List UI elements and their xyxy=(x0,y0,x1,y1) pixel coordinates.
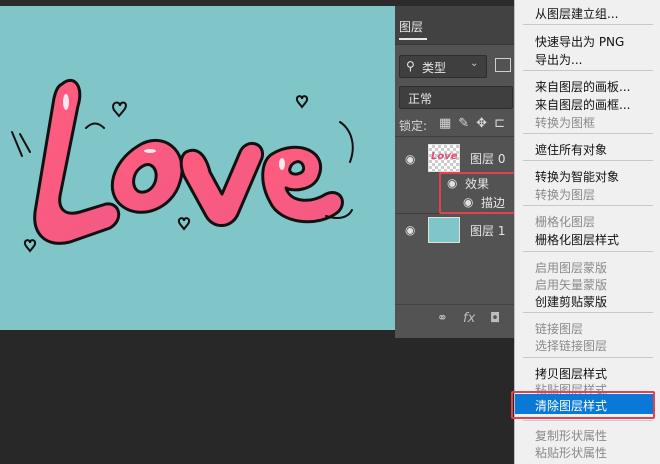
image-filter-icon[interactable] xyxy=(495,58,511,72)
layer-thumbnail: Love xyxy=(428,144,460,172)
menu-item-frame-from-layers[interactable]: 来自图层的画框... xyxy=(535,96,630,113)
menu-item-copy-layer-style[interactable]: 拷贝图层样式 xyxy=(535,365,607,382)
blend-mode-select[interactable]: 正常 xyxy=(399,86,513,109)
love-artwork xyxy=(11,78,354,253)
layer-name[interactable]: 图层 1 xyxy=(470,222,505,239)
divider xyxy=(395,136,515,137)
mask-icon[interactable]: ◘ xyxy=(490,311,500,326)
tab-underline xyxy=(399,38,427,40)
document-canvas[interactable] xyxy=(0,6,395,330)
menu-separator xyxy=(523,205,653,206)
menu-separator xyxy=(523,133,653,134)
menu-item-rasterize-layer-style[interactable]: 栅格化图层样式 xyxy=(535,231,619,248)
blend-mode-value: 正常 xyxy=(408,92,433,106)
menu-highlight-box xyxy=(511,391,655,419)
search-icon: ⚲ xyxy=(406,59,415,73)
menu-separator xyxy=(523,160,653,161)
thumbnail-art: Love xyxy=(431,151,458,162)
filter-label: 类型 xyxy=(422,61,447,75)
lock-icons[interactable]: ▦✎✥⊏ xyxy=(439,116,512,131)
workspace-background xyxy=(0,330,395,464)
menu-item-paste-shape-attributes: 粘贴形状属性 xyxy=(535,446,608,460)
menu-item-artboard-from-layers[interactable]: 来自图层的画板... xyxy=(535,78,630,95)
panel-bottom-bar: ⚭ fx ◘ xyxy=(395,304,515,335)
menu-item-enable-layer-mask: 启用图层蒙版 xyxy=(535,261,608,275)
menu-item-select-linked-layers: 选择链接图层 xyxy=(535,339,608,353)
menu-item-export-as[interactable]: 导出为... xyxy=(535,51,582,68)
menu-item-group-from-layers[interactable]: 从图层建立组... xyxy=(535,5,618,22)
menu-separator xyxy=(523,251,653,252)
layer-name[interactable]: 图层 0 xyxy=(470,150,505,167)
visibility-eye-icon[interactable]: ◉ xyxy=(405,223,415,237)
link-icon[interactable]: ⚭ xyxy=(437,311,448,326)
menu-separator xyxy=(523,24,653,25)
fx-icon[interactable]: fx xyxy=(463,311,475,326)
menu-item-convert-to-smart-object[interactable]: 转换为智能对象 xyxy=(535,168,619,185)
effects-highlight-box xyxy=(439,172,520,214)
menu-separator xyxy=(523,70,653,71)
menu-separator xyxy=(523,357,653,358)
menu-item-convert-to-layers: 转换为图层 xyxy=(535,188,596,202)
tab-layers[interactable]: 图层 xyxy=(399,18,423,35)
menu-item-enable-vector-mask: 启用矢量蒙版 xyxy=(535,278,608,292)
menu-item-link-layers: 链接图层 xyxy=(535,322,584,336)
menu-separator xyxy=(523,420,653,421)
menu-separator xyxy=(523,312,653,313)
layer-row-1[interactable]: ◉ 图层 1 xyxy=(395,214,515,246)
layer-filter-select[interactable]: ⚲ 类型 ⌄ xyxy=(399,55,487,78)
lock-label: 锁定: xyxy=(399,119,428,133)
chevron-down-icon: ⌄ xyxy=(470,58,479,69)
panel-tab-row: 图层 xyxy=(395,6,515,45)
menu-item-quick-export-png[interactable]: 快速导出为 PNG xyxy=(535,33,624,50)
menu-item-create-clipping-mask[interactable]: 创建剪贴蒙版 xyxy=(535,293,607,310)
menu-item-rasterize-layer: 栅格化图层 xyxy=(535,215,596,229)
menu-item-mask-all-objects[interactable]: 遮住所有对象 xyxy=(535,141,607,158)
menu-item-convert-to-frame: 转换为图框 xyxy=(535,116,596,130)
layer-thumbnail xyxy=(428,217,460,243)
menu-item-copy-shape-attributes: 复制形状属性 xyxy=(535,429,608,443)
visibility-eye-icon[interactable]: ◉ xyxy=(405,152,415,166)
